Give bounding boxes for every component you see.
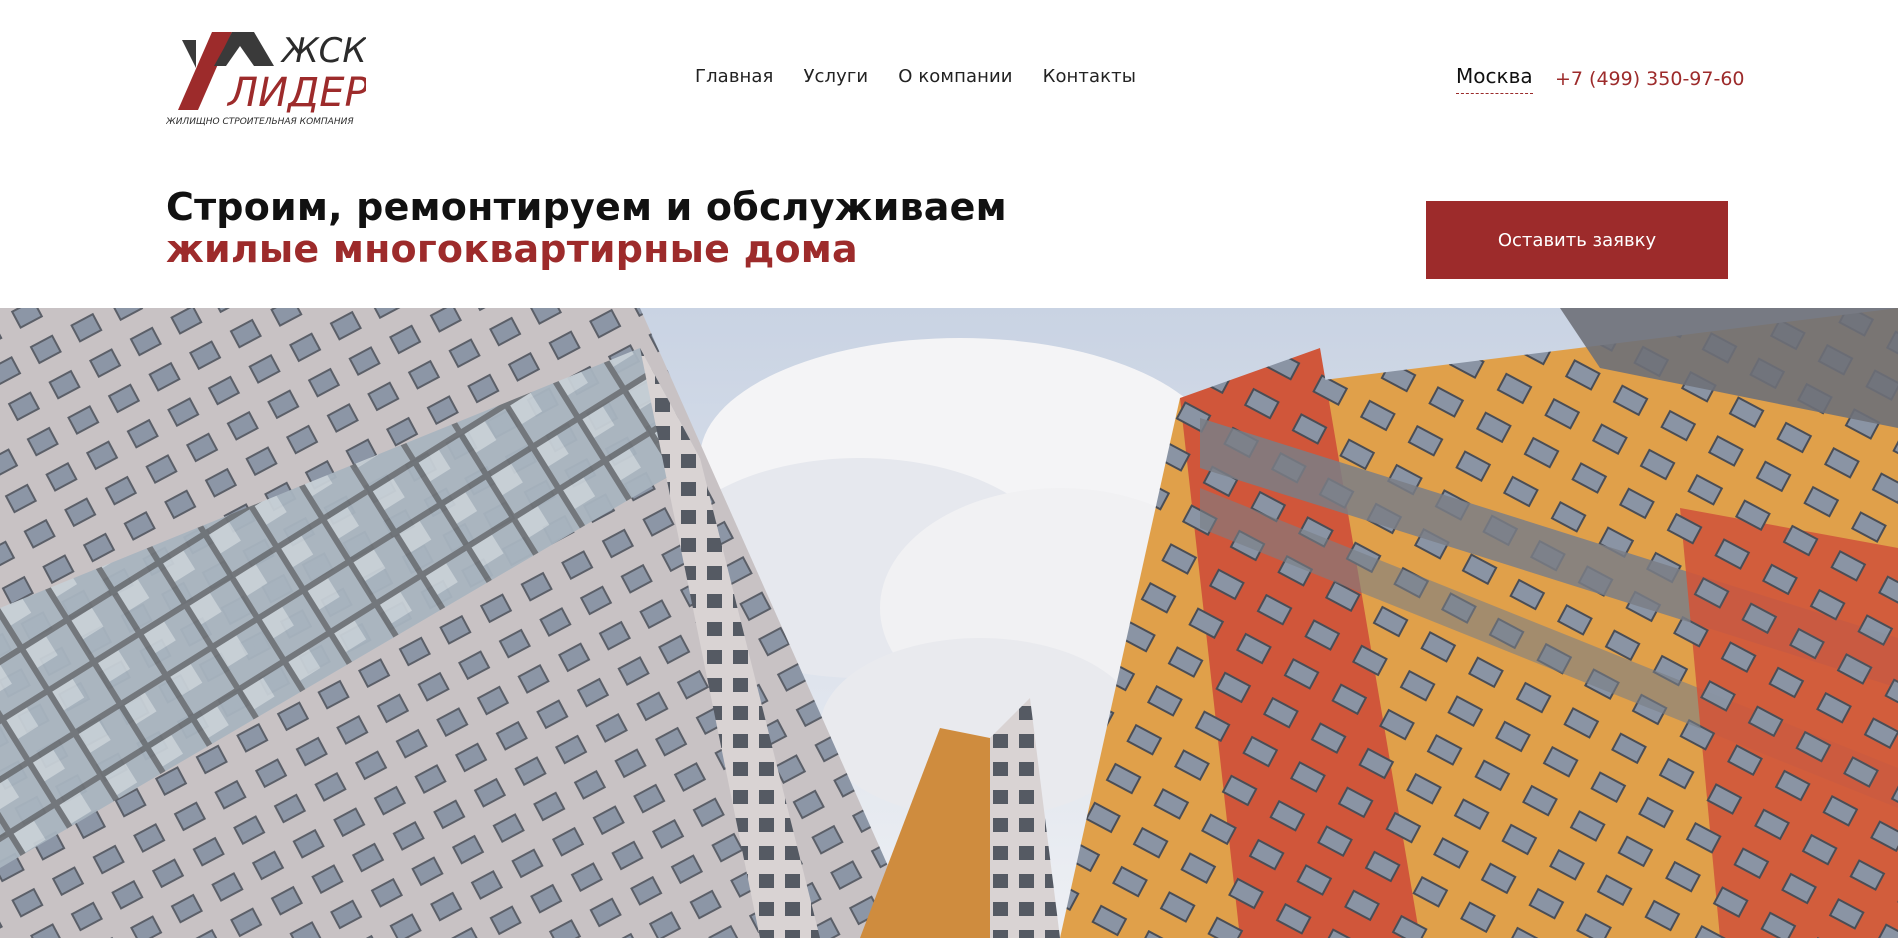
submit-request-button[interactable]: Оставить заявку [1426, 201, 1728, 279]
site-header: ЖСК ЛИДЕР ЖИЛИЩНО СТРОИТЕЛЬНАЯ КОМПАНИЯ … [0, 0, 1898, 150]
main-nav: Главная Услуги О компании Контакты [695, 66, 1136, 87]
city-selector[interactable]: Москва [1456, 64, 1533, 94]
nav-item-services[interactable]: Услуги [803, 66, 868, 87]
logo-tagline: ЖИЛИЩНО СТРОИТЕЛЬНАЯ КОМПАНИЯ [166, 117, 354, 127]
nav-item-about[interactable]: О компании [898, 66, 1012, 87]
nav-item-contacts[interactable]: Контакты [1043, 66, 1136, 87]
hero-title-line1: Строим, ремонтируем и обслуживаем [166, 185, 1007, 229]
logo-mark-icon: ЖСК ЛИДЕР ЖИЛИЩНО СТРОИТЕЛЬНАЯ КОМПАНИЯ [166, 31, 366, 127]
nav-item-home[interactable]: Главная [695, 66, 773, 87]
logo-text-line1: ЖСК [280, 31, 366, 71]
hero-building-image [0, 308, 1898, 938]
logo-text-line2: ЛИДЕР [226, 70, 366, 116]
phone-link[interactable]: +7 (499) 350-97-60 [1555, 68, 1745, 90]
hero-heading: Строим, ремонтируем и обслуживаем жилые … [166, 186, 1007, 270]
buildings-photo-illustration [0, 308, 1898, 938]
hero-title-line2: жилые многоквартирные дома [166, 227, 858, 271]
company-logo[interactable]: ЖСК ЛИДЕР ЖИЛИЩНО СТРОИТЕЛЬНАЯ КОМПАНИЯ [166, 28, 366, 128]
